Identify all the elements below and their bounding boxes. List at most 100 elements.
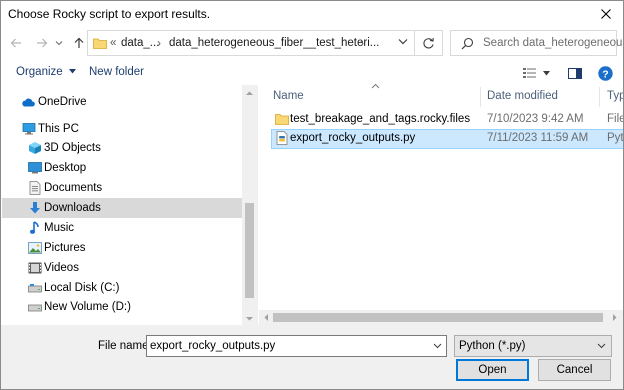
nav-item-downloads[interactable]: Downloads: [2, 198, 242, 218]
nav-item-3d-objects[interactable]: 3D Objects: [2, 138, 242, 158]
nav-item-pictures[interactable]: Pictures: [2, 238, 242, 258]
nav-item-label: Desktop: [44, 162, 87, 174]
nav-item-label: Music: [44, 222, 75, 234]
computer-icon: [22, 122, 36, 136]
refresh-icon: [423, 37, 434, 48]
nav-item-onedrive[interactable]: OneDrive: [2, 92, 242, 112]
scroll-left-arrow-icon[interactable]: [260, 310, 272, 325]
file-type: File: [607, 113, 624, 125]
chevron-down-icon[interactable]: [433, 343, 442, 349]
breadcrumb-item[interactable]: data_...: [121, 37, 159, 49]
nav-item-label: 3D Objects: [44, 142, 101, 154]
column-header-date-modified[interactable]: Date modified: [487, 90, 558, 102]
file-open-dialog: Choose Rocky script to export results. «…: [0, 0, 624, 390]
file-row[interactable]: test_breakage_and_tags.rocky.files 7/10/…: [271, 110, 624, 130]
back-button[interactable]: [6, 34, 26, 52]
view-options-button[interactable]: [523, 64, 550, 82]
pane-divider[interactable]: [257, 85, 258, 325]
open-button[interactable]: Open: [456, 359, 529, 381]
arrow-right-icon: [37, 38, 48, 48]
scroll-up-arrow-icon[interactable]: [242, 87, 257, 99]
folder-icon: [93, 38, 107, 49]
horizontal-scrollbar[interactable]: [259, 310, 623, 325]
file-name-input[interactable]: export_rocky_outputs.py: [146, 335, 447, 357]
document-icon: [28, 181, 42, 195]
nav-item-label: Pictures: [44, 242, 86, 254]
recent-locations-button[interactable]: [54, 34, 64, 52]
close-icon: [601, 9, 611, 19]
nav-item-label: Videos: [44, 262, 79, 274]
folder-icon: [275, 114, 289, 125]
new-folder-button[interactable]: New folder: [89, 66, 144, 78]
picture-icon: [28, 241, 42, 255]
scrollbar-thumb[interactable]: [273, 313, 603, 322]
help-icon: ?: [598, 65, 613, 81]
nav-item-videos[interactable]: Videos: [2, 258, 242, 278]
list-view-icon: [523, 68, 536, 78]
cube-icon: [28, 141, 42, 155]
chevron-down-icon: [597, 343, 606, 349]
scroll-down-arrow-icon[interactable]: [242, 313, 257, 325]
file-type-value: Python (*.py): [459, 340, 526, 352]
download-arrow-icon: [28, 201, 42, 215]
column-header-name[interactable]: Name: [273, 90, 304, 102]
toolbar: Organize New folder ?: [2, 62, 622, 84]
preview-pane-button[interactable]: [568, 64, 582, 82]
chevron-down-icon[interactable]: [398, 38, 408, 45]
dialog-footer: File name: export_rocky_outputs.py Pytho…: [1, 325, 623, 389]
breadcrumb-overflow[interactable]: «: [110, 37, 116, 49]
column-divider[interactable]: [480, 87, 481, 107]
help-button[interactable]: ?: [598, 64, 613, 82]
file-date: 7/11/2023 11:59 AM: [487, 132, 589, 144]
up-button[interactable]: [69, 34, 89, 52]
search-placeholder: Search data_heterogeneous_...: [483, 37, 623, 49]
navigation-scrollbar[interactable]: [242, 85, 257, 325]
file-name-value[interactable]: export_rocky_outputs.py: [150, 340, 275, 352]
search-box[interactable]: Search data_heterogeneous_...: [450, 30, 623, 56]
nav-item-new-volume-d[interactable]: New Volume (D:): [2, 297, 242, 317]
caret-down-icon: [68, 69, 76, 74]
close-button[interactable]: [589, 1, 623, 27]
chevron-right-icon[interactable]: ›: [360, 36, 364, 50]
file-name: test_breakage_and_tags.rocky.files: [290, 113, 471, 125]
address-bar[interactable]: « data_... › data_heterogeneous_fiber__t…: [87, 30, 415, 56]
file-name: export_rocky_outputs.py: [290, 132, 416, 144]
file-row-selected[interactable]: export_rocky_outputs.py 7/11/2023 11:59 …: [271, 129, 623, 149]
nav-item-label: Local Disk (C:): [44, 282, 120, 294]
scroll-right-arrow-icon[interactable]: [609, 310, 621, 325]
preview-pane-icon: [568, 67, 582, 79]
nav-item-local-disk-c[interactable]: Local Disk (C:): [2, 278, 242, 298]
file-type-select[interactable]: Python (*.py): [454, 335, 612, 357]
drive-icon: [28, 300, 42, 314]
music-note-icon: [28, 221, 42, 235]
column-header-type[interactable]: Type: [607, 90, 623, 102]
breadcrumb-item[interactable]: data_heterogeneous_fiber__test_heteri...: [169, 37, 379, 49]
title-bar: Choose Rocky script to export results.: [1, 1, 623, 27]
dialog-title: Choose Rocky script to export results.: [8, 7, 211, 21]
navigation-pane: OneDrive This PC 3D Objects Desktop Docu: [2, 85, 257, 325]
caret-down-icon: [543, 70, 550, 75]
column-divider[interactable]: [599, 87, 600, 107]
nav-item-this-pc[interactable]: This PC: [2, 119, 242, 139]
search-icon: [461, 37, 474, 50]
nav-item-music[interactable]: Music: [2, 218, 242, 238]
nav-item-label: Documents: [44, 182, 103, 194]
forward-button[interactable]: [32, 34, 52, 52]
nav-item-label: Downloads: [44, 202, 101, 214]
refresh-button[interactable]: [415, 30, 443, 56]
desktop-icon: [28, 161, 42, 175]
file-name-label: File name:: [98, 340, 152, 352]
chevron-right-icon[interactable]: ›: [157, 36, 161, 50]
organize-button[interactable]: Organize: [16, 66, 76, 78]
python-file-icon: [276, 131, 288, 145]
nav-item-desktop[interactable]: Desktop: [2, 158, 242, 178]
drive-icon: [28, 281, 42, 295]
file-date: 7/10/2023 9:42 AM: [487, 113, 584, 125]
cloud-icon: [21, 95, 35, 109]
scrollbar-thumb[interactable]: [245, 203, 254, 298]
svg-text:?: ?: [602, 68, 608, 80]
film-icon: [28, 261, 42, 275]
nav-item-documents[interactable]: Documents: [2, 178, 242, 198]
cancel-button[interactable]: Cancel: [538, 359, 611, 381]
nav-item-label: OneDrive: [38, 96, 87, 108]
